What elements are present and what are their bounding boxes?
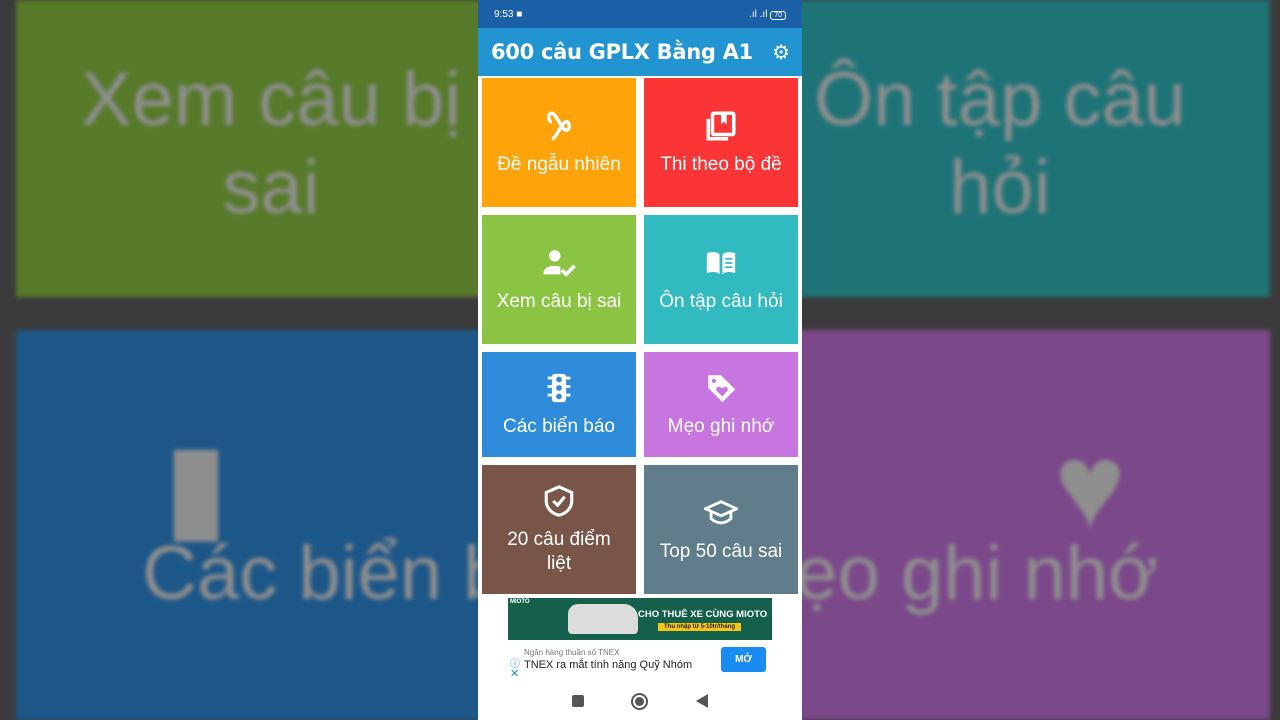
ad-open-button[interactable]: MỞ xyxy=(721,647,766,672)
tile-label: Xem câu bị sai xyxy=(496,290,622,312)
tile-2[interactable]: Xem câu bị sai xyxy=(482,215,636,344)
shield-check-icon xyxy=(544,484,574,517)
graduation-cap-icon xyxy=(704,499,738,524)
ad-banner-image[interactable]: MIOTO CHO THUÊ XE CÙNG MIOTO Thu nhập từ… xyxy=(508,598,772,640)
phone-screen: 9:53 ■ .ıl .ıl 70 600 câu GPLX Bằng A1 ⚙… xyxy=(478,0,802,720)
ad-car-image xyxy=(568,604,638,634)
gear-icon[interactable]: ⚙ xyxy=(772,40,790,65)
navigation-bar xyxy=(478,686,802,716)
app-title: 600 câu GPLX Bằng A1 xyxy=(491,40,753,64)
tile-label: Đề ngẫu nhiên xyxy=(497,153,621,175)
tile-6[interactable]: 20 câu điểm liệt xyxy=(482,465,636,594)
bg-label: Xem câu bị sai xyxy=(80,56,462,230)
ad-banner-title: CHO THUÊ XE CÙNG MIOTO xyxy=(638,609,768,620)
close-ad-icon[interactable]: ✕ xyxy=(510,667,519,680)
time: 9:53 xyxy=(494,8,514,20)
recents-button[interactable] xyxy=(571,695,584,707)
ad-advertiser: Ngân hàng thuần số TNEX xyxy=(524,648,620,657)
tile-4[interactable]: Các biển báo xyxy=(482,352,636,457)
bg-heart-tag-icon: ♥ xyxy=(1054,419,1126,553)
status-icons: .ıl .ıl 70 xyxy=(749,9,786,20)
infinity-icon xyxy=(546,110,572,141)
tile-label: Mẹo ghi nhớ xyxy=(667,415,775,437)
tile-3[interactable]: Ôn tập câu hỏi xyxy=(644,215,798,344)
status-time: 9:53 ■ xyxy=(494,9,522,20)
bg-traffic-icon: ▮ xyxy=(162,419,230,553)
app-bar: 600 câu GPLX Bằng A1 ⚙ xyxy=(478,28,802,76)
back-button[interactable] xyxy=(696,694,709,708)
bg-label: Ôn tập câu hỏi xyxy=(814,56,1186,230)
bookmark-book-icon xyxy=(706,110,736,141)
tile-label: Ôn tập câu hỏi xyxy=(659,290,783,312)
signal-icon: .ıl .ıl xyxy=(749,8,771,20)
home-button[interactable] xyxy=(631,692,649,710)
tile-0[interactable]: Đề ngẫu nhiên xyxy=(482,78,636,207)
ad-text[interactable]: ⓘ ✕ Ngân hàng thuần số TNEX TNEX ra mắt … xyxy=(508,644,772,680)
video-icon: ■ xyxy=(516,8,523,20)
tile-label: 20 câu điểm liệt xyxy=(507,528,611,574)
status-bar: 9:53 ■ .ıl .ıl 70 xyxy=(478,0,802,28)
tile-label: Thi theo bộ đề xyxy=(660,153,782,175)
open-book-icon xyxy=(706,251,736,274)
ad-headline: TNEX ra mắt tính năng Quỹ Nhóm xyxy=(524,659,693,671)
traffic-light-icon xyxy=(547,373,571,402)
tile-7[interactable]: Top 50 câu sai xyxy=(644,465,798,594)
ad-brand: MIOTO xyxy=(510,599,530,605)
tile-1[interactable]: Thi theo bộ đề xyxy=(644,78,798,207)
tile-5[interactable]: Mẹo ghi nhớ xyxy=(644,352,798,457)
heart-tag-icon xyxy=(708,374,736,402)
user-check-icon xyxy=(543,249,576,277)
ad-banner-sub: Thu nhập từ 5-10tr/tháng xyxy=(658,623,742,631)
battery-icon: 70 xyxy=(770,10,786,20)
tile-label: Top 50 câu sai xyxy=(659,540,783,562)
tile-label: Các biển báo xyxy=(503,415,615,437)
